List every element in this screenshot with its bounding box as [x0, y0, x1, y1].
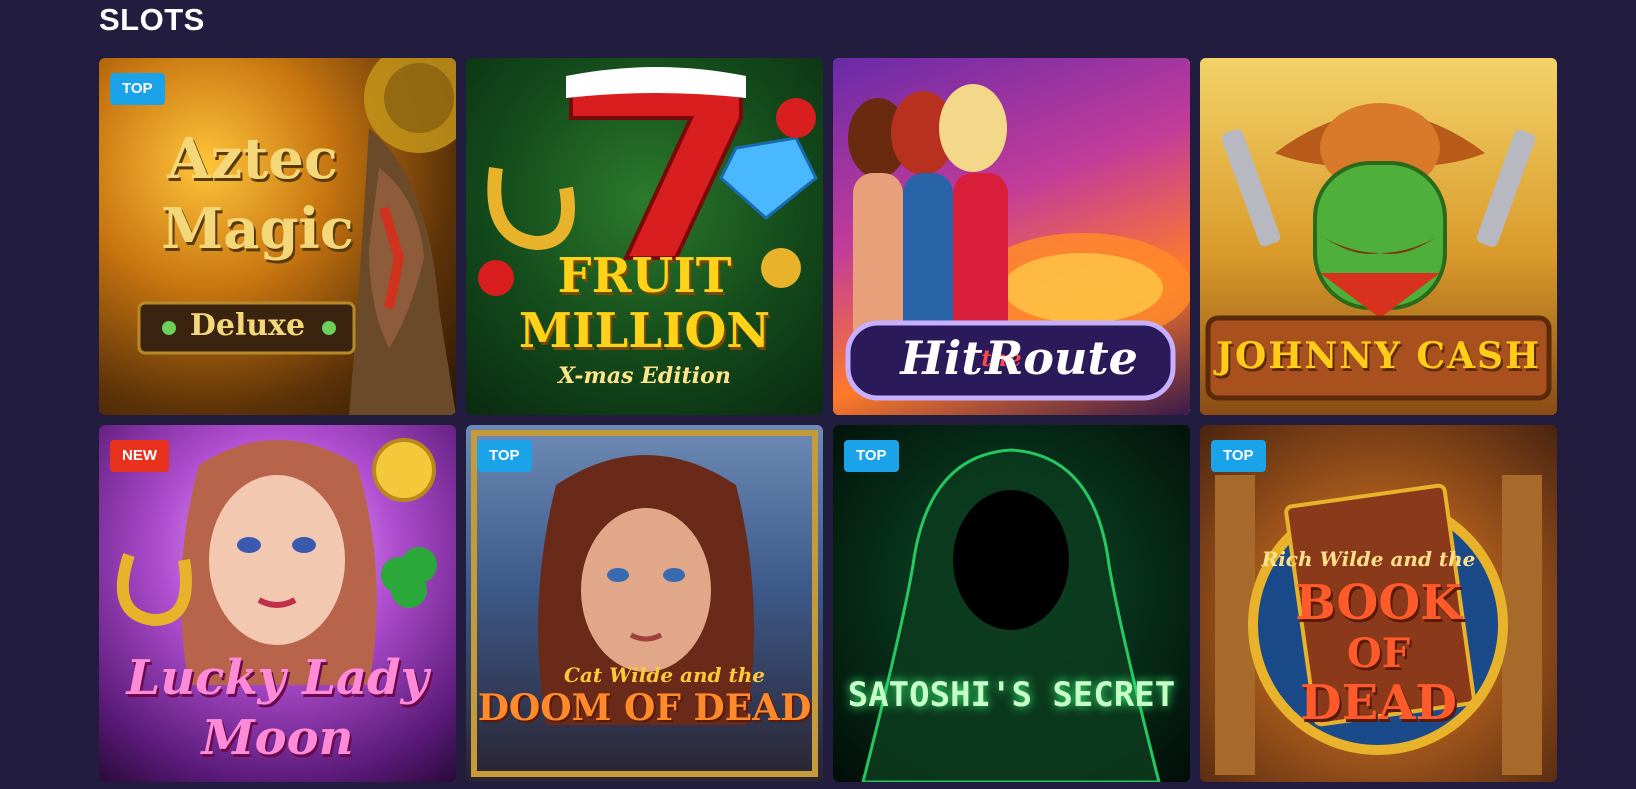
- game-title-line2: BOOK: [1295, 575, 1462, 631]
- game-title-line2: Magic: [161, 196, 354, 262]
- game-title-line2: DOOM OF DEAD: [477, 687, 812, 729]
- game-tile-johnny-cash[interactable]: JOHNNY CASH: [1200, 58, 1557, 415]
- game-tile-fruit-million[interactable]: FRUIT MILLION X-mas Edition: [466, 58, 823, 415]
- game-subtitle: X-mas Edition: [558, 363, 731, 389]
- badge-top: TOP: [110, 73, 165, 105]
- game-tile-doom-of-dead[interactable]: TOP Cat Wilde and the DOOM OF DEAD: [466, 425, 823, 782]
- game-title-line4: DEAD: [1299, 675, 1458, 731]
- game-title-line1: FRUIT: [557, 248, 732, 304]
- section-title: SLOTS: [99, 2, 205, 37]
- game-subtitle: Route: [985, 331, 1138, 385]
- game-title-line1: Cat Wilde and the: [563, 663, 765, 687]
- game-tile-satoshis-secret[interactable]: TOP SATOSHI'S SECRET: [833, 425, 1190, 782]
- game-title-line2: Moon: [201, 710, 354, 766]
- game-title-line2: MILLION: [518, 303, 771, 359]
- badge-new: NEW: [110, 440, 169, 472]
- badge-top: TOP: [844, 440, 899, 472]
- game-subtitle: Deluxe: [189, 308, 306, 343]
- game-title-line3: OF: [1346, 630, 1411, 677]
- badge-top: TOP: [1211, 440, 1266, 472]
- game-tile-hit-the-route[interactable]: Hit the Route: [833, 58, 1190, 415]
- game-title-line1: JOHNNY CASH: [1215, 335, 1542, 377]
- game-title-line1: Lucky Lady: [126, 650, 429, 706]
- game-title-line1: SATOSHI'S SECRET: [847, 675, 1176, 715]
- game-title-line1: Aztec: [167, 126, 338, 192]
- game-tile-book-of-dead[interactable]: TOP Rich Wilde and the BOOK OF DEAD: [1200, 425, 1557, 782]
- game-title-line1: Rich Wilde and the: [1261, 547, 1476, 571]
- game-tile-aztec-magic-deluxe[interactable]: TOP Aztec Magic Deluxe: [99, 58, 456, 415]
- game-tile-lucky-lady-moon[interactable]: NEW Lucky Lady Moon: [99, 425, 456, 782]
- game-art: [466, 58, 823, 415]
- game-art: [833, 425, 1190, 782]
- badge-top: TOP: [477, 440, 532, 472]
- games-grid: TOP Aztec Magic Deluxe FRUIT MILLION X-m…: [99, 58, 1557, 782]
